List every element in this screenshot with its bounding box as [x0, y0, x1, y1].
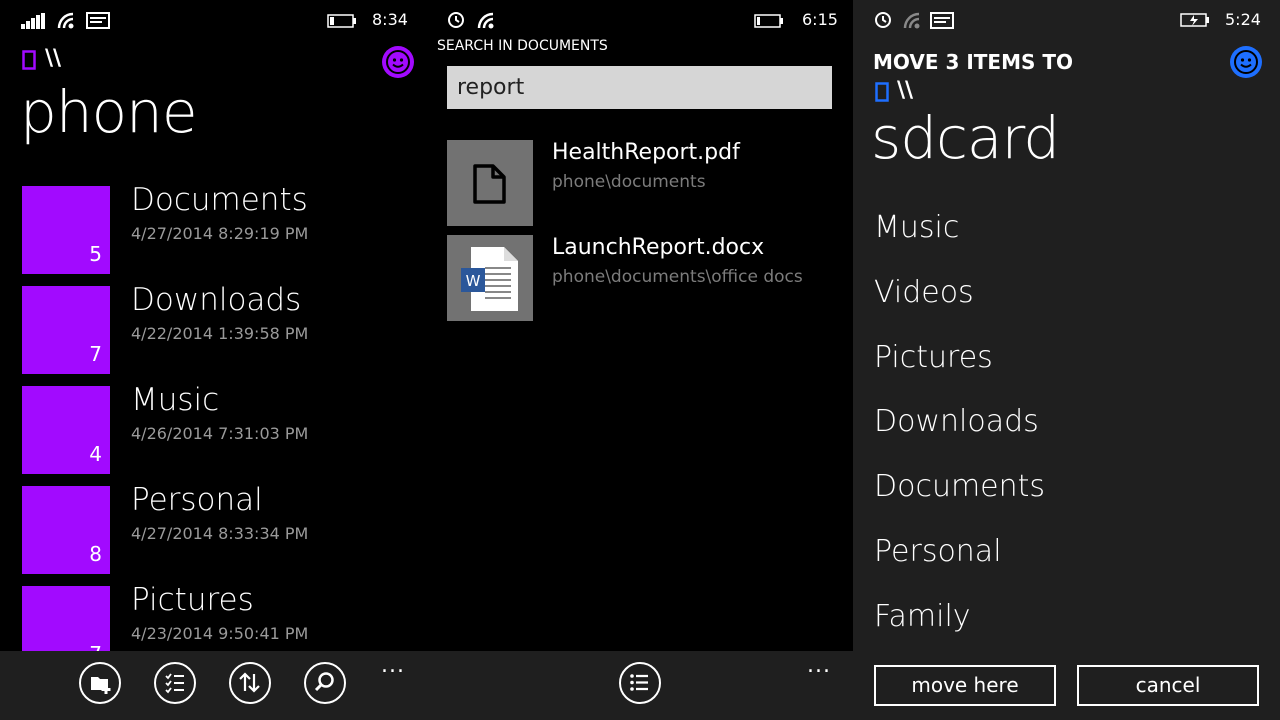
item-count: 4	[89, 442, 102, 466]
list-item[interactable]: Downloads	[874, 404, 1039, 439]
item-count: 5	[89, 242, 102, 266]
phone-device-icon	[22, 50, 36, 70]
list-view-button[interactable]	[619, 662, 661, 704]
folder-tile[interactable]: 8	[22, 486, 110, 574]
cancel-button[interactable]: cancel	[1077, 665, 1259, 706]
folder-tile[interactable]: 7	[22, 286, 110, 374]
folder-tile[interactable]: 5	[22, 186, 110, 274]
sort-button[interactable]	[229, 662, 271, 704]
file-name: LaunchReport.docx	[552, 235, 765, 260]
battery-icon	[754, 14, 783, 28]
move-here-button[interactable]: move here	[874, 665, 1056, 706]
folder-date: 4/27/2014 8:33:34 PM	[131, 524, 309, 543]
battery-icon	[327, 14, 356, 28]
more-button[interactable]: ...	[381, 653, 405, 678]
folder-name: Music	[131, 382, 220, 418]
folder-date: 4/27/2014 8:29:19 PM	[131, 224, 309, 243]
account-icon[interactable]	[382, 46, 414, 78]
folder-date: 4/22/2014 1:39:58 PM	[131, 324, 309, 343]
clock: 6:15	[802, 10, 838, 29]
path-prefix: \\	[45, 46, 62, 71]
app-bar: ...	[427, 651, 853, 720]
breadcrumb: \\	[875, 78, 935, 104]
message-icon	[86, 12, 110, 29]
wifi-icon	[57, 12, 74, 29]
wifi-icon	[477, 12, 494, 29]
list-item[interactable]: 8 Personal 4/27/2014 8:33:34 PM	[22, 482, 422, 576]
signal-icon	[21, 13, 45, 29]
svg-text:W: W	[466, 272, 481, 290]
list-item[interactable]: 7 Downloads 4/22/2014 1:39:58 PM	[22, 282, 422, 376]
folder-name: Documents	[131, 182, 308, 218]
list-item[interactable]: W LaunchReport.docx phone\documents\offi…	[447, 235, 847, 321]
more-button[interactable]: ...	[807, 653, 831, 678]
select-button[interactable]	[154, 662, 196, 704]
page-title: phone	[20, 78, 198, 146]
list-item[interactable]: Family	[874, 599, 971, 634]
path-prefix: \\	[897, 78, 914, 103]
sync-icon	[875, 12, 891, 28]
status-bar: 6:15	[427, 0, 853, 40]
file-path: phone\documents\office docs	[552, 267, 803, 287]
list-item[interactable]: 4 Music 4/26/2014 7:31:03 PM	[22, 382, 422, 476]
new-folder-icon	[91, 677, 111, 694]
list-item[interactable]: 5 Documents 4/27/2014 8:29:19 PM	[22, 182, 422, 276]
phone-folder-panel: 8:34 \\ phone 5 Documents 4/27/2014 8:29…	[0, 0, 427, 720]
list-item[interactable]: Music	[874, 210, 959, 245]
battery-charging-icon	[1180, 13, 1209, 27]
file-path: phone\documents	[552, 172, 706, 192]
word-doc-icon: W	[461, 247, 518, 311]
sync-icon	[448, 12, 464, 28]
new-folder-button[interactable]	[79, 662, 121, 704]
clock: 8:34	[372, 10, 408, 29]
status-bar: 8:34	[0, 0, 427, 40]
folder-name: Pictures	[131, 582, 254, 618]
move-panel: 5:24 MOVE 3 ITEMS TO \\ sdcard Music Vid…	[853, 0, 1280, 720]
search-panel: 6:15 SEARCH IN DOCUMENTS HealthReport.pd…	[427, 0, 853, 720]
folder-date: 4/23/2014 9:50:41 PM	[131, 624, 309, 643]
search-input[interactable]	[447, 66, 832, 109]
sort-icon	[239, 672, 260, 693]
wifi-icon	[903, 12, 920, 29]
move-header: MOVE 3 ITEMS TO	[873, 50, 1074, 74]
file-thumbnail: W	[447, 235, 533, 321]
file-thumbnail	[447, 140, 533, 226]
search-label: SEARCH IN DOCUMENTS	[437, 38, 608, 54]
app-bar: ...	[0, 651, 427, 720]
phone-device-icon	[875, 82, 889, 102]
list-item[interactable]: Documents	[874, 469, 1045, 504]
folder-tile[interactable]: 4	[22, 386, 110, 474]
search-icon	[314, 672, 334, 692]
status-bar: 5:24	[853, 0, 1280, 40]
clock: 5:24	[1225, 10, 1261, 29]
list-item[interactable]: Videos	[874, 275, 974, 310]
list-icon	[630, 674, 648, 691]
list-item[interactable]: Personal	[874, 534, 1002, 569]
account-icon[interactable]	[1230, 46, 1262, 78]
message-icon	[930, 12, 954, 29]
page-title: sdcard	[871, 104, 1060, 172]
document-icon	[473, 164, 506, 204]
list-item[interactable]: Pictures	[874, 340, 993, 375]
list-item[interactable]: HealthReport.pdf phone\documents	[447, 140, 847, 226]
select-icon	[165, 673, 184, 694]
folder-name: Downloads	[131, 282, 302, 318]
item-count: 8	[89, 542, 102, 566]
folder-date: 4/26/2014 7:31:03 PM	[131, 424, 309, 443]
file-name: HealthReport.pdf	[552, 140, 740, 165]
item-count: 7	[89, 342, 102, 366]
folder-name: Personal	[131, 482, 263, 518]
search-button[interactable]	[304, 662, 346, 704]
